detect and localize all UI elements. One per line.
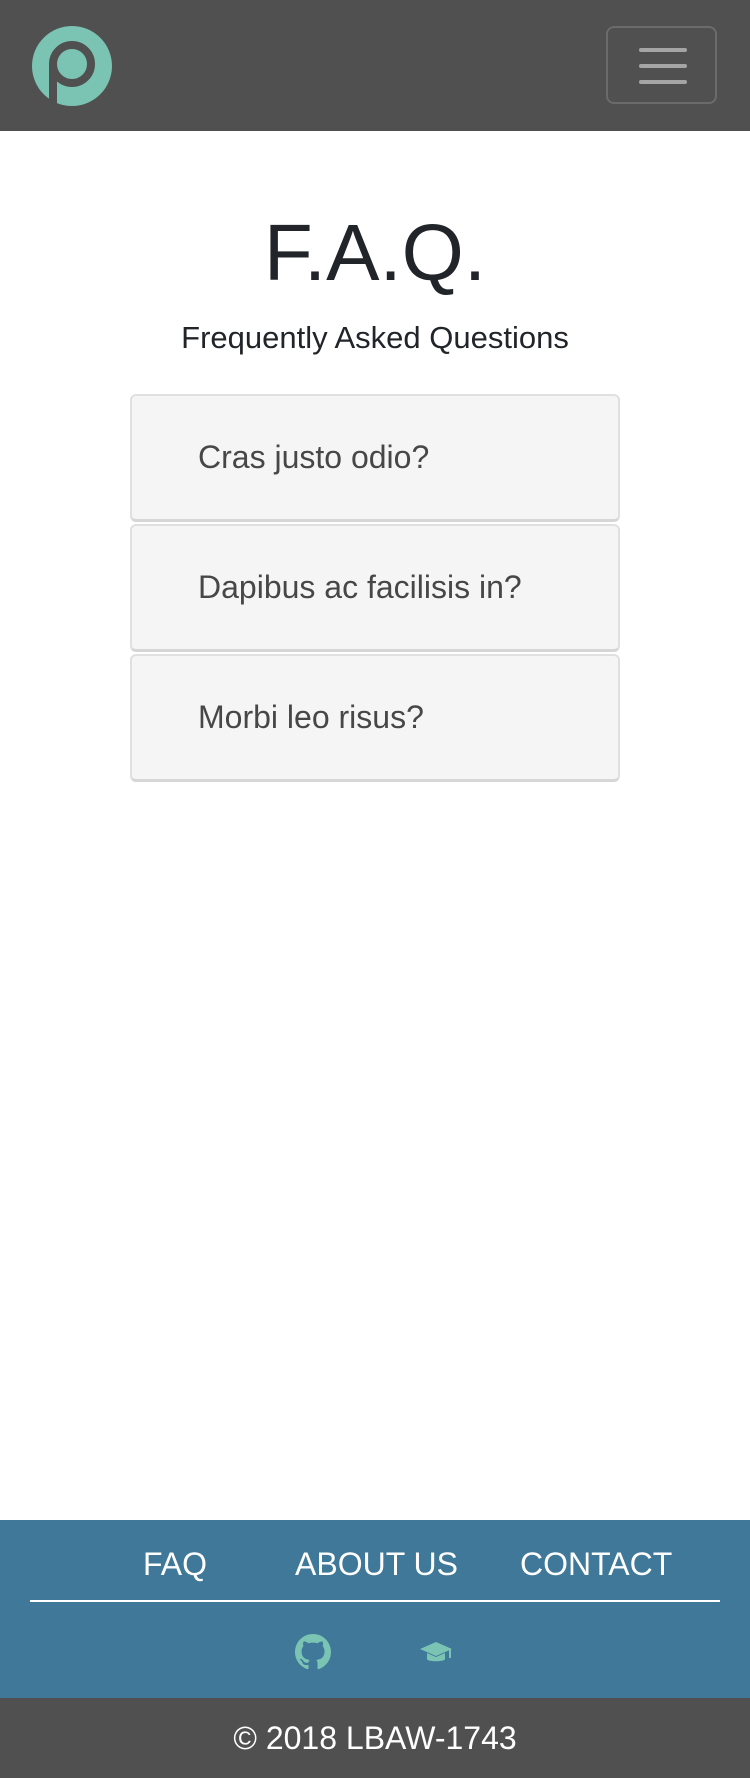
menu-toggle-button[interactable] — [606, 26, 717, 104]
hamburger-menu-icon-bar — [639, 64, 687, 68]
home-logo-link[interactable] — [32, 26, 112, 106]
hamburger-menu-icon-bar — [639, 80, 687, 84]
graduation-cap-icon[interactable] — [418, 1634, 454, 1670]
faq-item-cras-justo-odio[interactable]: Cras justo odio? — [130, 394, 620, 522]
graduation-cap-icon-graphic — [420, 1642, 452, 1662]
footer-divider — [30, 1600, 720, 1602]
faq-item-morbi-leo-risus[interactable]: Morbi leo risus? — [130, 654, 620, 782]
footer-link-faq[interactable]: FAQ — [143, 1539, 207, 1589]
footer-link-about-us[interactable]: ABOUT US — [295, 1539, 458, 1589]
hamburger-menu-icon — [639, 48, 687, 52]
faq-question-label: Dapibus ac facilisis in? — [198, 569, 522, 605]
faq-question-label: Cras justo odio? — [198, 439, 430, 475]
github-icon[interactable] — [295, 1634, 331, 1670]
github-icon-graphic — [295, 1634, 331, 1670]
top-navbar — [0, 0, 750, 131]
footer-link-contact[interactable]: CONTACT — [520, 1539, 672, 1589]
page-title: F.A.Q. — [263, 208, 487, 297]
faq-question-label: Morbi leo risus? — [198, 699, 424, 735]
copyright-bar: © 2018 LBAW-1743 — [0, 1698, 750, 1778]
page-subtitle: Frequently Asked Questions — [181, 320, 569, 355]
faq-list: Cras justo odio? Dapibus ac facilisis in… — [130, 394, 620, 784]
footer-links-section: FAQ ABOUT US CONTACT — [0, 1520, 750, 1698]
brand-p-logo-icon — [32, 26, 112, 106]
faq-item-dapibus-ac-facilisis[interactable]: Dapibus ac facilisis in? — [130, 524, 620, 652]
copyright-text: © 2018 LBAW-1743 — [233, 1720, 517, 1756]
